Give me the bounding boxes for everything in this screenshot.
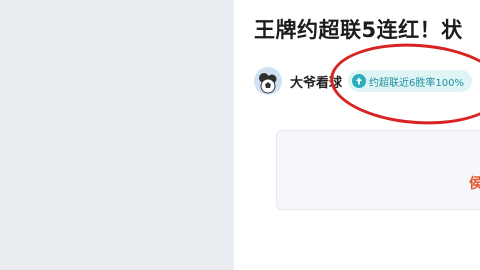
football-avatar-icon[interactable] — [254, 67, 282, 95]
left-pane — [0, 0, 234, 270]
author-row: 大爷看球 约超联近6胜率100% — [254, 66, 472, 96]
author-name[interactable]: 大爷看球 — [290, 72, 342, 91]
article-content: 王牌约超联5连红！状 大爷看球 约超联近6胜率100% 侯 — [234, 0, 480, 270]
up-arrow-icon — [352, 74, 367, 88]
article-title: 王牌约超联5连红！状 — [254, 18, 463, 42]
win-rate-tag: 约超联近6胜率100% — [348, 70, 472, 92]
win-rate-tag-label: 约超联近6胜率100% — [369, 77, 464, 89]
card-text: 侯 — [469, 176, 480, 192]
info-card: 侯 — [276, 130, 480, 210]
